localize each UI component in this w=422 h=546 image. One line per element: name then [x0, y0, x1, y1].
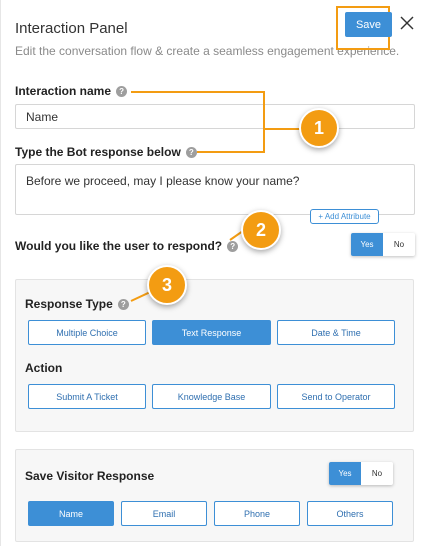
save-button[interactable]: Save: [345, 12, 392, 37]
interaction-name-input[interactable]: Name: [15, 104, 415, 129]
action-label: Action: [25, 361, 62, 375]
callout-connector: [263, 91, 265, 153]
action-send-to-operator[interactable]: Send to Operator: [277, 384, 395, 409]
panel-title: Interaction Panel: [15, 20, 128, 37]
response-type-multiple-choice[interactable]: Multiple Choice: [28, 320, 146, 345]
save-visitor-label: Save Visitor Response: [25, 469, 154, 483]
user-respond-label-text: Would you like the user to respond?: [15, 239, 223, 253]
callout-connector: [197, 151, 264, 153]
callout-connector: [263, 128, 301, 130]
action-knowledge-base[interactable]: Knowledge Base: [152, 384, 271, 409]
callout-badge-3: 3: [147, 265, 187, 305]
response-type-label: Response Type ?: [25, 297, 129, 311]
toggle-no[interactable]: No: [361, 462, 393, 485]
response-type-label-text: Response Type: [25, 297, 113, 311]
response-type-text-response[interactable]: Text Response: [152, 320, 271, 345]
interaction-name-label-text: Interaction name: [15, 84, 112, 98]
callout-badge-1: 1: [299, 108, 339, 148]
save-visitor-phone[interactable]: Phone: [214, 501, 300, 526]
help-icon[interactable]: ?: [117, 298, 129, 310]
save-visitor-toggle[interactable]: Yes No: [329, 462, 393, 485]
user-respond-label: Would you like the user to respond? ?: [15, 239, 239, 253]
help-icon[interactable]: ?: [227, 240, 239, 252]
bot-response-label-text: Type the Bot response below: [15, 145, 181, 159]
help-icon[interactable]: ?: [116, 85, 128, 97]
interaction-panel: Interaction Panel Edit the conversation …: [0, 0, 422, 546]
save-visitor-email[interactable]: Email: [121, 501, 207, 526]
action-submit-ticket[interactable]: Submit A Ticket: [28, 384, 146, 409]
action-label-text: Action: [25, 361, 63, 375]
toggle-yes[interactable]: Yes: [351, 233, 383, 256]
bot-response-label: Type the Bot response below ?: [15, 145, 197, 159]
interaction-name-label: Interaction name ?: [15, 84, 128, 98]
bot-response-textarea[interactable]: Before we proceed, may I please know you…: [15, 164, 415, 215]
callout-badge-2: 2: [241, 210, 281, 250]
help-icon[interactable]: ?: [185, 146, 197, 158]
save-visitor-name[interactable]: Name: [28, 501, 114, 526]
add-attribute-button[interactable]: + Add Attribute: [310, 209, 379, 224]
response-type-date-time[interactable]: Date & Time: [277, 320, 395, 345]
callout-connector: [131, 91, 264, 93]
toggle-no[interactable]: No: [383, 233, 415, 256]
close-icon[interactable]: [399, 15, 415, 31]
toggle-yes[interactable]: Yes: [329, 462, 361, 485]
user-respond-toggle[interactable]: Yes No: [351, 233, 415, 256]
save-visitor-label-text: Save Visitor Response: [25, 469, 155, 483]
save-visitor-others[interactable]: Others: [307, 501, 393, 526]
